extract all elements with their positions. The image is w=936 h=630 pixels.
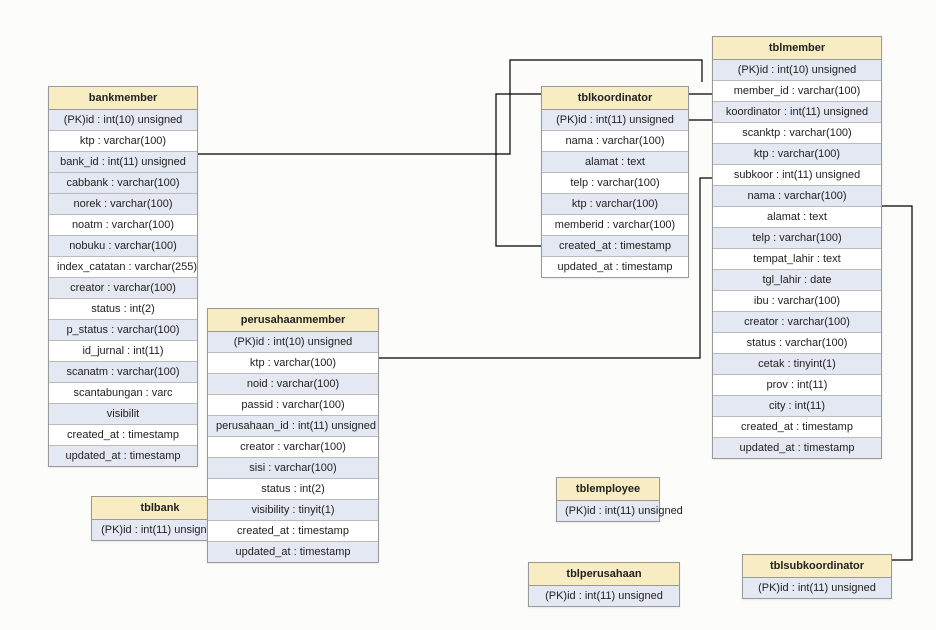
column-row[interactable]: scanktp : varchar(100) <box>713 123 881 144</box>
column-row[interactable]: visibility : tinyit(1) <box>208 500 378 521</box>
column-row[interactable]: status : int(2) <box>49 299 197 320</box>
column-row[interactable]: sisi : varchar(100) <box>208 458 378 479</box>
column-row[interactable]: (PK)id : int(11) unsigned <box>743 578 891 598</box>
column-row[interactable]: (PK)id : int(11) unsigned <box>529 586 679 606</box>
column-row[interactable]: perusahaan_id : int(11) unsigned <box>208 416 378 437</box>
column-row[interactable]: created_at : timestamp <box>713 417 881 438</box>
table-rows: (PK)id : int(10) unsignedmember_id : var… <box>713 60 881 458</box>
column-row[interactable]: (PK)id : int(10) unsigned <box>713 60 881 81</box>
column-row[interactable]: creator : varchar(100) <box>208 437 378 458</box>
column-row[interactable]: creator : varchar(100) <box>49 278 197 299</box>
column-row[interactable]: alamat : text <box>542 152 688 173</box>
column-row[interactable]: subkoor : int(11) unsigned <box>713 165 881 186</box>
table-tblemployee[interactable]: tblemployee (PK)id : int(11) unsigned <box>556 477 660 522</box>
column-row[interactable]: nobuku : varchar(100) <box>49 236 197 257</box>
table-header: bankmember <box>49 87 197 110</box>
table-bankmember[interactable]: bankmember (PK)id : int(10) unsignedktp … <box>48 86 198 467</box>
column-row[interactable]: city : int(11) <box>713 396 881 417</box>
column-row[interactable]: (PK)id : int(11) unsigned <box>557 501 659 521</box>
table-rows: (PK)id : int(10) unsignedktp : varchar(1… <box>208 332 378 562</box>
table-header: tblkoordinator <box>542 87 688 110</box>
column-row[interactable]: updated_at : timestamp <box>49 446 197 466</box>
column-row[interactable]: scantabungan : varc <box>49 383 197 404</box>
column-row[interactable]: noid : varchar(100) <box>208 374 378 395</box>
table-rows: (PK)id : int(11) unsigned <box>529 586 679 606</box>
column-row[interactable]: alamat : text <box>713 207 881 228</box>
table-rows: (PK)id : int(11) unsigned <box>743 578 891 598</box>
column-row[interactable]: visibilit <box>49 404 197 425</box>
column-row[interactable]: tempat_lahir : text <box>713 249 881 270</box>
column-row[interactable]: telp : varchar(100) <box>713 228 881 249</box>
column-row[interactable]: status : varchar(100) <box>713 333 881 354</box>
table-header: tblperusahaan <box>529 563 679 586</box>
column-row[interactable]: updated_at : timestamp <box>208 542 378 562</box>
column-row[interactable]: ktp : varchar(100) <box>49 131 197 152</box>
column-row[interactable]: cetak : tinyint(1) <box>713 354 881 375</box>
table-rows: (PK)id : int(11) unsigned <box>557 501 659 521</box>
column-row[interactable]: member_id : varchar(100) <box>713 81 881 102</box>
column-row[interactable]: creator : varchar(100) <box>713 312 881 333</box>
column-row[interactable]: telp : varchar(100) <box>542 173 688 194</box>
table-rows: (PK)id : int(11) unsignednama : varchar(… <box>542 110 688 277</box>
column-row[interactable]: (PK)id : int(10) unsigned <box>208 332 378 353</box>
column-row[interactable]: ktp : varchar(100) <box>208 353 378 374</box>
column-row[interactable]: (PK)id : int(10) unsigned <box>49 110 197 131</box>
column-row[interactable]: nama : varchar(100) <box>542 131 688 152</box>
table-header: tblsubkoordinator <box>743 555 891 578</box>
column-row[interactable]: updated_at : timestamp <box>713 438 881 458</box>
table-tblmember[interactable]: tblmember (PK)id : int(10) unsignedmembe… <box>712 36 882 459</box>
table-header: tblemployee <box>557 478 659 501</box>
column-row[interactable]: id_jurnal : int(11) <box>49 341 197 362</box>
column-row[interactable]: noatm : varchar(100) <box>49 215 197 236</box>
column-row[interactable]: ibu : varchar(100) <box>713 291 881 312</box>
column-row[interactable]: passid : varchar(100) <box>208 395 378 416</box>
column-row[interactable]: index_catatan : varchar(255) <box>49 257 197 278</box>
column-row[interactable]: (PK)id : int(11) unsigned <box>542 110 688 131</box>
column-row[interactable]: scanatm : varchar(100) <box>49 362 197 383</box>
table-tblperusahaan[interactable]: tblperusahaan (PK)id : int(11) unsigned <box>528 562 680 607</box>
column-row[interactable]: updated_at : timestamp <box>542 257 688 277</box>
table-perusahaanmember[interactable]: perusahaanmember (PK)id : int(10) unsign… <box>207 308 379 563</box>
table-rows: (PK)id : int(10) unsignedktp : varchar(1… <box>49 110 197 466</box>
table-tblsubkoordinator[interactable]: tblsubkoordinator (PK)id : int(11) unsig… <box>742 554 892 599</box>
column-row[interactable]: cabbank : varchar(100) <box>49 173 197 194</box>
column-row[interactable]: nama : varchar(100) <box>713 186 881 207</box>
table-header: tblmember <box>713 37 881 60</box>
column-row[interactable]: p_status : varchar(100) <box>49 320 197 341</box>
column-row[interactable]: memberid : varchar(100) <box>542 215 688 236</box>
column-row[interactable]: ktp : varchar(100) <box>713 144 881 165</box>
column-row[interactable]: koordinator : int(11) unsigned <box>713 102 881 123</box>
column-row[interactable]: prov : int(11) <box>713 375 881 396</box>
column-row[interactable]: tgl_lahir : date <box>713 270 881 291</box>
column-row[interactable]: norek : varchar(100) <box>49 194 197 215</box>
column-row[interactable]: created_at : timestamp <box>49 425 197 446</box>
table-tblkoordinator[interactable]: tblkoordinator (PK)id : int(11) unsigned… <box>541 86 689 278</box>
column-row[interactable]: bank_id : int(11) unsigned <box>49 152 197 173</box>
column-row[interactable]: created_at : timestamp <box>542 236 688 257</box>
column-row[interactable]: created_at : timestamp <box>208 521 378 542</box>
column-row[interactable]: ktp : varchar(100) <box>542 194 688 215</box>
column-row[interactable]: status : int(2) <box>208 479 378 500</box>
table-header: perusahaanmember <box>208 309 378 332</box>
